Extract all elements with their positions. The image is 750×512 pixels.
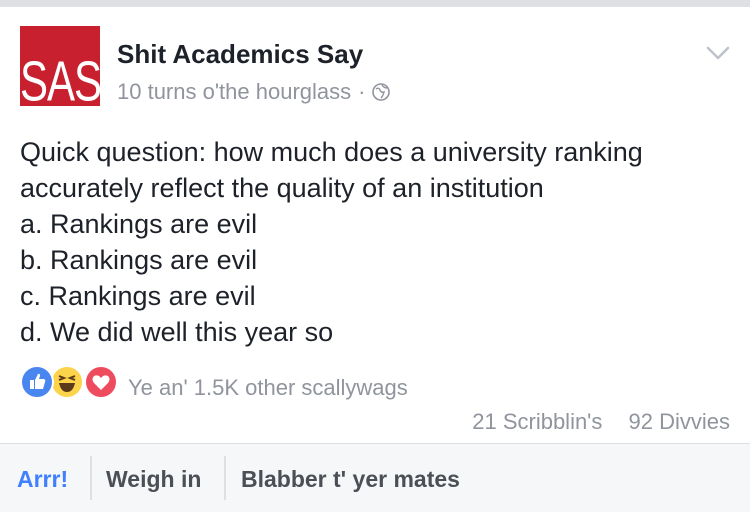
shares-count[interactable]: 92 Divvies — [629, 409, 730, 434]
meta-separator: · — [358, 79, 366, 104]
page-name-link[interactable]: Shit Academics Say — [117, 39, 363, 70]
engagement-counts: 21 Scribblin's 92 Divvies — [452, 409, 730, 435]
action-divider — [90, 456, 92, 500]
post-card: SAS Shit Academics Say 10 turns o'the ho… — [0, 7, 750, 443]
haha-reaction-icon — [50, 365, 84, 399]
comment-button[interactable]: Weigh in — [106, 466, 201, 493]
comments-count[interactable]: 21 Scribblin's — [472, 409, 602, 434]
globe-icon[interactable] — [372, 83, 391, 101]
post-body: Quick question: how much does a universi… — [20, 134, 730, 350]
post-body-line: d. We did well this year so — [20, 317, 334, 347]
post-timestamp[interactable]: 10 turns o'the hourglass — [117, 79, 351, 105]
post-body-line: accurately reflect the quality of an ins… — [20, 173, 544, 203]
reaction-icons[interactable] — [20, 365, 140, 399]
post-meta: 10 turns o'the hourglass · — [117, 79, 391, 105]
action-bar: Arrr! Weigh in Blabber t' yer mates — [0, 443, 750, 512]
post-body-line: b. Rankings are evil — [20, 245, 258, 275]
chevron-down-icon[interactable] — [706, 45, 730, 61]
like-button[interactable]: Arrr! — [17, 466, 68, 493]
avatar-monogram: SAS — [20, 49, 100, 106]
like-reaction-icon — [20, 365, 54, 399]
share-button[interactable]: Blabber t' yer mates — [241, 466, 460, 493]
post-body-line: Quick question: how much does a universi… — [20, 137, 643, 167]
post-body-line: a. Rankings are evil — [20, 209, 258, 239]
top-divider — [0, 0, 750, 7]
page-avatar[interactable]: SAS — [20, 26, 100, 106]
reactions-summary[interactable]: Ye an' 1.5K other scallywags — [128, 375, 408, 401]
action-divider — [224, 456, 226, 500]
love-reaction-icon — [84, 365, 118, 399]
post-body-line: c. Rankings are evil — [20, 281, 256, 311]
